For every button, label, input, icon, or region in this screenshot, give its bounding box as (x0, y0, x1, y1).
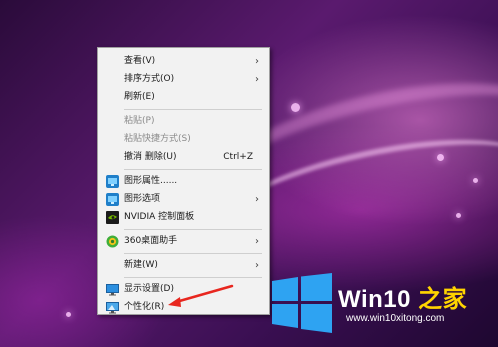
windows-logo-icon (272, 273, 332, 333)
annotation-arrow-shaft (174, 284, 234, 304)
win10-home-watermark: Win10 之家 www.win10xitong.com (266, 265, 498, 347)
site-url: www.win10xitong.com (346, 313, 445, 324)
annotation-arrow-head (168, 297, 181, 307)
brand-name: Win10 之家 (338, 286, 468, 313)
